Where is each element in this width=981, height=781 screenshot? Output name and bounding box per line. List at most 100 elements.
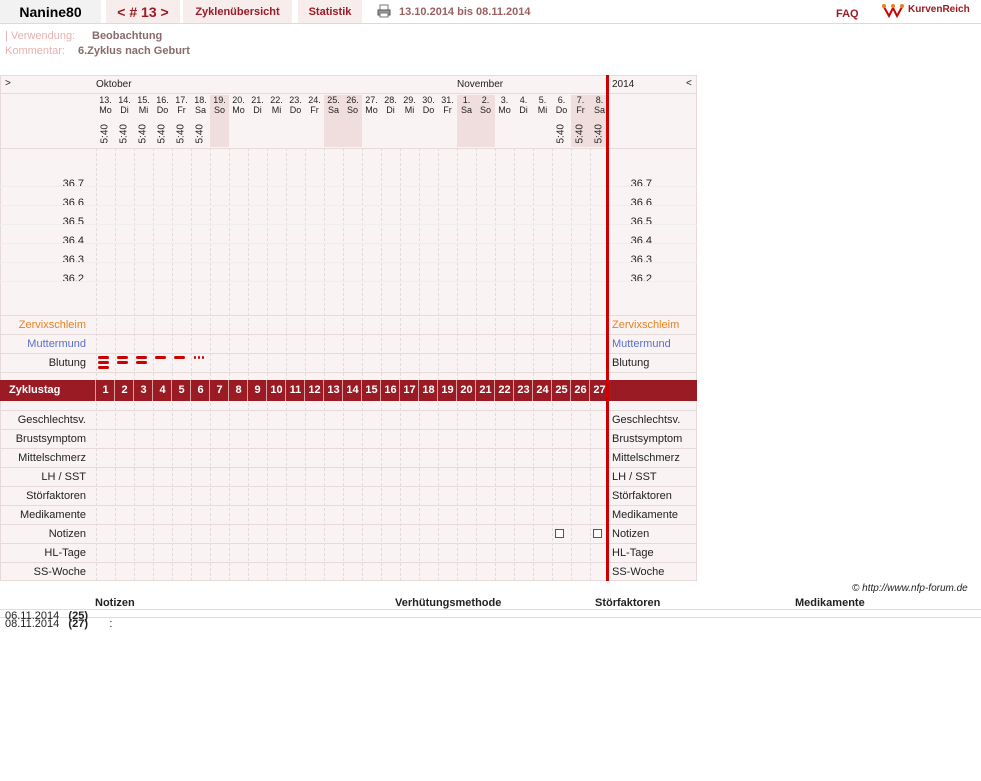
temp-grid — [0, 262, 697, 263]
temp-label-right: 36.6 — [630, 197, 652, 209]
cycle-nav[interactable]: < # 13 > — [106, 0, 180, 23]
overview-tab[interactable]: Zyklenübersicht — [183, 0, 292, 23]
row-label-right: Geschlechtsv. — [612, 414, 681, 426]
day-column[interactable]: 6. Do 5:40 — [552, 95, 571, 147]
day-weekday: Mo — [232, 105, 245, 115]
cycle-day-separator — [437, 380, 438, 401]
cycle-day-separator — [532, 380, 533, 401]
row-label-blutung-right: Blutung — [612, 357, 650, 369]
day-date: 29. — [403, 95, 416, 105]
day-column[interactable]: 13. Mo 5:40 — [96, 95, 115, 147]
day-column[interactable]: 3. Mo — [495, 95, 514, 147]
grid-line — [533, 148, 534, 581]
note-icon[interactable] — [555, 529, 564, 538]
day-column[interactable]: 29. Mi — [400, 95, 419, 147]
day-column[interactable]: 14. Di 5:40 — [115, 95, 134, 147]
cycle-day-number: 21 — [479, 384, 492, 396]
statistics-tab[interactable]: Statistik — [298, 0, 362, 23]
measure-time: 5:40 — [137, 124, 149, 144]
temp-label-right: 36.2 — [630, 273, 652, 285]
chart-nav-right[interactable]: < — [686, 78, 692, 89]
row-label-right: Störfaktoren — [612, 490, 672, 502]
day-weekday: Fr — [177, 105, 186, 115]
day-column[interactable]: 15. Mi 5:40 — [134, 95, 153, 147]
cycle-day-number: 26 — [574, 384, 587, 396]
bleeding-mark — [98, 356, 109, 359]
day-column[interactable]: 30. Do — [419, 95, 438, 147]
day-column[interactable]: 5. Mi — [533, 95, 552, 147]
divider — [0, 467, 697, 468]
day-column[interactable]: 4. Di — [514, 95, 533, 147]
cycle-day-label: Zyklustag — [9, 384, 61, 396]
day-date: 14. — [118, 95, 131, 105]
day-weekday: Mi — [537, 105, 548, 115]
temp-label: 36.7 — [62, 178, 84, 190]
day-weekday: Mo — [99, 105, 112, 115]
measure-time: 5:40 — [118, 124, 130, 144]
day-column[interactable]: 7. Fr 5:40 — [571, 95, 590, 147]
cycle-day-number: 6 — [197, 384, 204, 396]
day-column[interactable]: 22. Mi — [267, 95, 286, 147]
day-weekday: Fr — [443, 105, 452, 115]
user-tab[interactable]: Nanine80 — [0, 0, 101, 23]
temp-label: 36.3 — [62, 254, 84, 266]
day-date: 20. — [232, 95, 245, 105]
day-column[interactable]: 18. Sa 5:40 — [191, 95, 210, 147]
row-label: Geschlechtsv. — [17, 414, 86, 426]
day-column[interactable]: 25. Sa — [324, 95, 343, 147]
day-date: 2. — [481, 95, 490, 105]
day-column[interactable]: 24. Fr — [305, 95, 324, 147]
day-column[interactable]: 23. Do — [286, 95, 305, 147]
day-date: 31. — [441, 95, 454, 105]
medication-header: Medikamente — [795, 597, 865, 609]
note-icon[interactable] — [593, 529, 602, 538]
cycle-day-number: 10 — [270, 384, 283, 396]
day-column[interactable]: 20. Mo — [229, 95, 248, 147]
day-column[interactable]: 17. Fr 5:40 — [172, 95, 191, 147]
day-date: 28. — [384, 95, 397, 105]
day-column[interactable]: 28. Di — [381, 95, 400, 147]
day-column[interactable]: 31. Fr — [438, 95, 457, 147]
cycle-day-separator — [513, 380, 514, 401]
day-date: 27. — [365, 95, 378, 105]
row-label: Brustsymptom — [15, 433, 86, 445]
divider — [0, 148, 697, 149]
day-column[interactable]: 2. So — [476, 95, 495, 147]
cycle-day-separator — [399, 380, 400, 401]
cycle-day-separator — [494, 380, 495, 401]
temp-label: 36.6 — [62, 197, 84, 209]
measure-time: 5:40 — [99, 124, 111, 144]
day-column[interactable]: 26. So — [343, 95, 362, 147]
temp-label-right: 36.4 — [630, 235, 652, 247]
cycle-day-number: 19 — [441, 384, 454, 396]
row-label-zervix: Zervixschleim — [18, 319, 86, 331]
month-october: Oktober — [96, 79, 132, 90]
day-weekday: So — [213, 105, 225, 115]
grid-line — [134, 148, 135, 581]
print-icon[interactable] — [377, 4, 391, 18]
chart-nav-left[interactable]: > — [5, 78, 11, 89]
grid-line — [191, 148, 192, 581]
day-column[interactable]: 16. Do 5:40 — [153, 95, 172, 147]
day-column[interactable]: 1. Sa — [457, 95, 476, 147]
faq-link[interactable]: FAQ — [836, 8, 859, 20]
cycle-day-number: 8 — [235, 384, 242, 396]
grid-line — [552, 148, 553, 581]
grid-line — [495, 148, 496, 581]
cycle-day-number: 22 — [498, 384, 511, 396]
day-date: 7. — [576, 95, 585, 105]
day-weekday: Mi — [138, 105, 149, 115]
bleeding-spot — [198, 356, 200, 359]
day-column[interactable]: 27. Mo — [362, 95, 381, 147]
day-column[interactable]: 19. So — [210, 95, 229, 147]
cycle-day-number: 14 — [346, 384, 359, 396]
cycle-day-separator — [551, 380, 552, 401]
day-column[interactable]: 21. Di — [248, 95, 267, 147]
bleeding-mark — [136, 356, 147, 359]
day-date: 22. — [270, 95, 283, 105]
measure-time: 5:40 — [593, 124, 605, 144]
cycle-day-separator — [475, 380, 476, 401]
grid-line — [400, 148, 401, 581]
day-weekday: So — [479, 105, 491, 115]
cycle-day-separator — [133, 380, 134, 401]
